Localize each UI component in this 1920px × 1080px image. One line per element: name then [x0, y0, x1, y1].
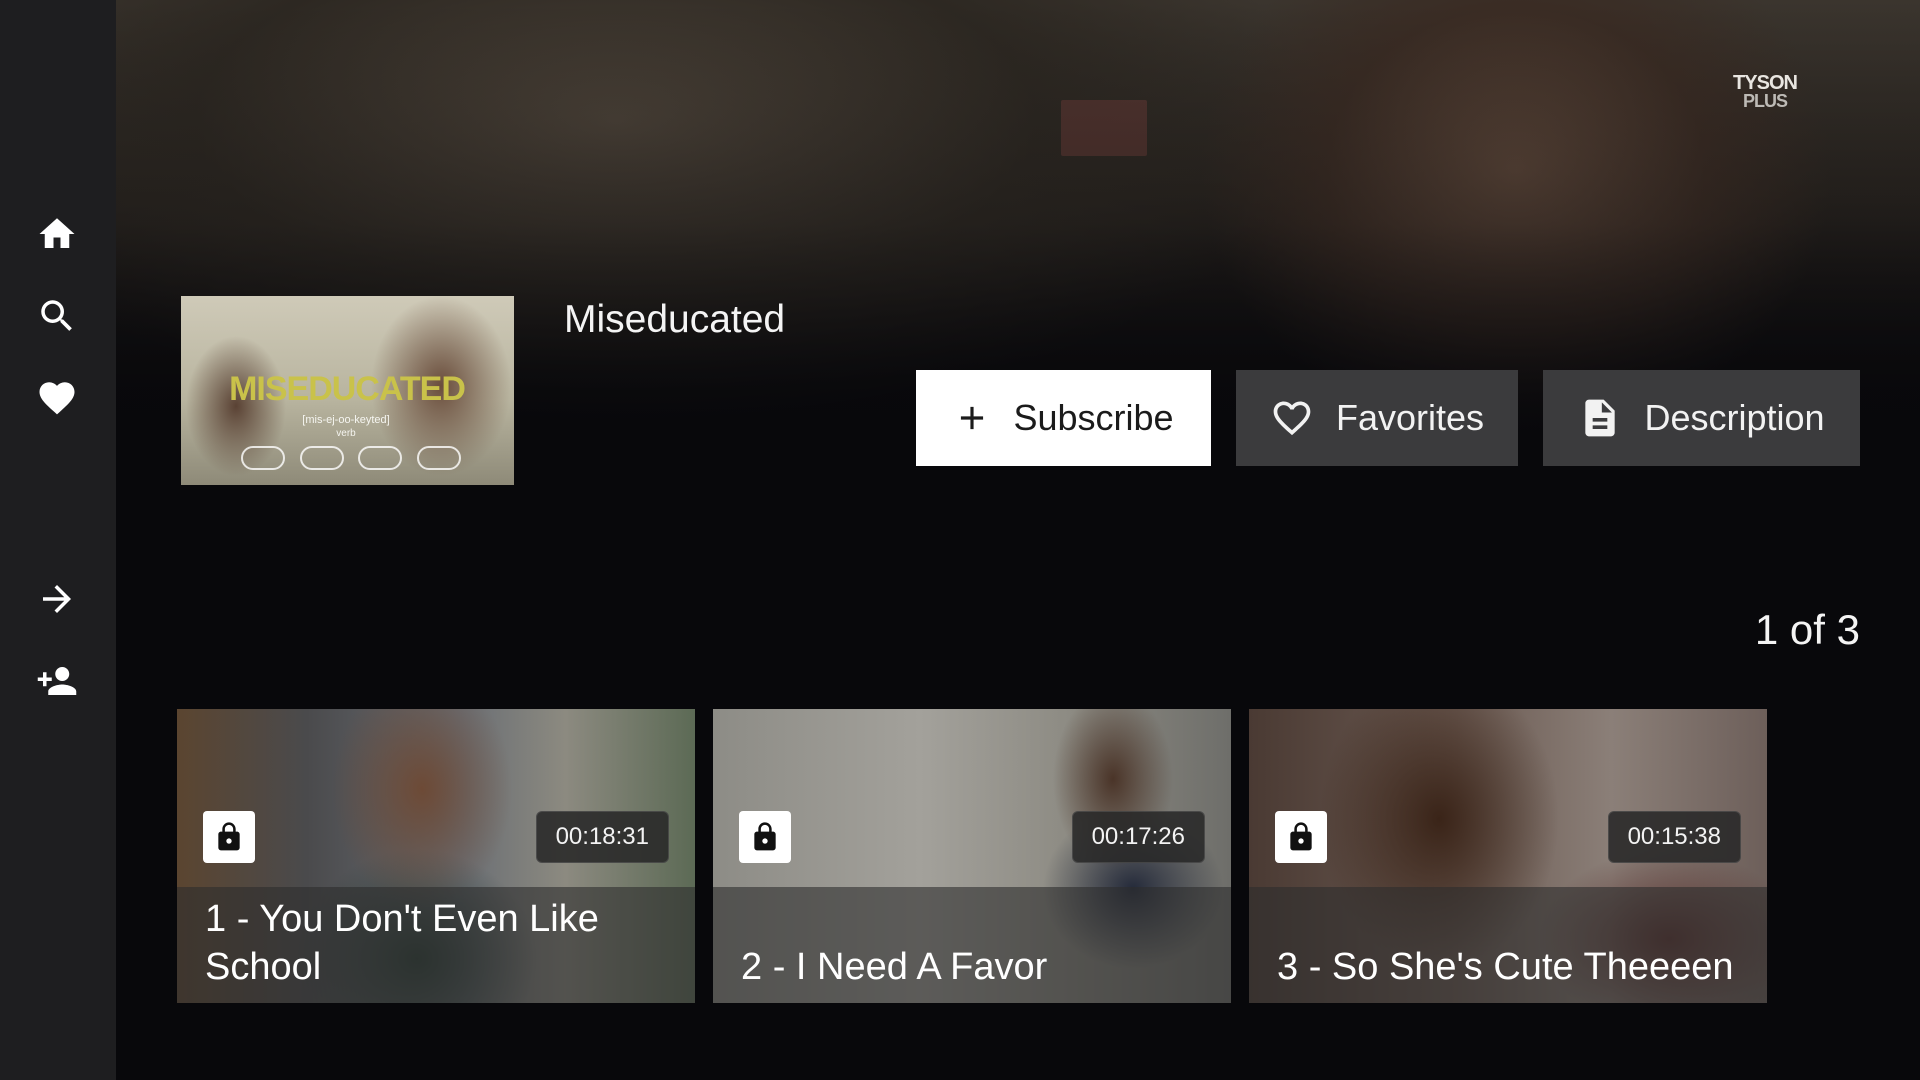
poster-laurels	[241, 446, 461, 472]
poster-part-of-speech: verb	[336, 428, 356, 439]
description-button[interactable]: Description	[1543, 370, 1860, 466]
episode-title: 1 - You Don't Even Like School	[205, 898, 599, 988]
poster-pronunciation: [mis-ej-oo-keyted]	[302, 414, 390, 426]
document-icon	[1585, 399, 1616, 437]
description-button-label: Description	[1644, 397, 1825, 438]
favorites-button[interactable]: Favorites	[1236, 370, 1518, 466]
home-icon[interactable]	[34, 211, 80, 257]
episode-card-1[interactable]: 00:18:31 1 - You Don't Even Like School	[177, 709, 695, 1003]
subscribe-button[interactable]: Subscribe	[916, 370, 1211, 466]
laurel-icon	[241, 446, 285, 470]
page-indicator: 1 of 3	[1754, 606, 1860, 653]
poster-title: MISEDUCATED	[229, 370, 466, 408]
brand-logo: TYSON PLUS	[1720, 72, 1810, 111]
add-user-icon[interactable]	[34, 658, 80, 704]
brand-logo-line1: TYSON	[1733, 72, 1798, 94]
search-icon[interactable]	[34, 293, 80, 339]
plus-icon	[961, 406, 984, 430]
laurel-icon	[358, 446, 403, 470]
episode-caption-bar: 1 - You Don't Even Like School	[177, 887, 695, 1003]
heart-outline-icon	[1273, 401, 1311, 436]
lock-icon	[739, 811, 791, 863]
heart-icon[interactable]	[34, 375, 80, 421]
episode-caption-bar: 3 - So She's Cute Theeeen	[1249, 887, 1767, 1003]
arrow-right-icon[interactable]	[34, 576, 80, 622]
episode-card-2[interactable]: 00:17:26 2 - I Need A Favor	[713, 709, 1231, 1003]
favorites-button-label: Favorites	[1335, 397, 1485, 438]
laurel-icon	[416, 446, 461, 470]
sidebar	[0, 0, 116, 1080]
lock-icon	[203, 811, 255, 863]
episode-card-3[interactable]: 00:15:38 3 - So She's Cute Theeeen	[1249, 709, 1767, 1003]
show-title: Miseducated	[564, 298, 786, 341]
episode-title: 2 - I Need A Favor	[741, 946, 1048, 988]
episode-duration: 00:18:31	[535, 811, 669, 863]
laurel-icon	[299, 446, 344, 470]
lock-icon	[1275, 811, 1327, 863]
show-poster: MISEDUCATED [mis-ej-oo-keyted] verb	[181, 296, 514, 485]
episode-duration: 00:17:26	[1071, 811, 1205, 863]
brand-logo-line2: PLUS	[1742, 91, 1788, 111]
episode-duration: 00:15:38	[1607, 811, 1741, 863]
episode-caption-bar: 2 - I Need A Favor	[713, 887, 1231, 1003]
subscribe-button-label: Subscribe	[1013, 397, 1174, 438]
episode-title: 3 - So She's Cute Theeeen	[1277, 946, 1734, 988]
